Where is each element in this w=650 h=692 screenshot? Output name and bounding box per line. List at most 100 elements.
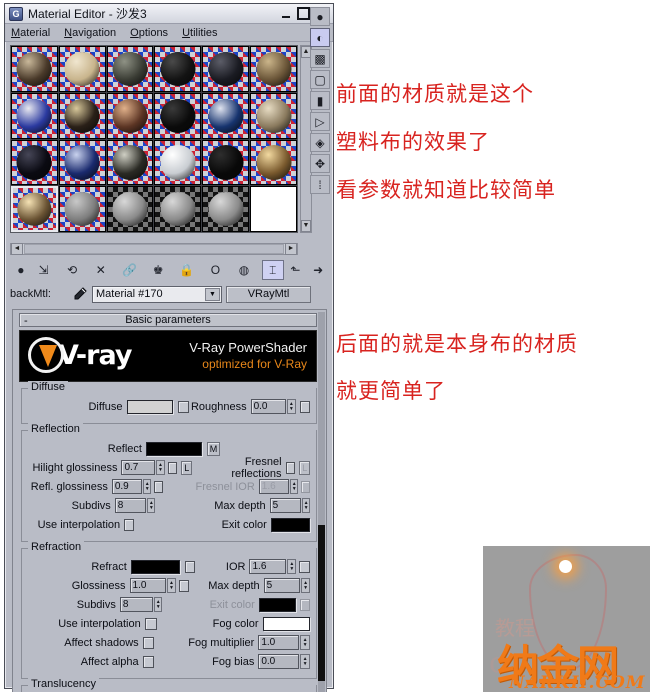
select-by-material-button[interactable]: ✥ — [310, 154, 330, 173]
scroll-right-icon[interactable]: ► — [285, 243, 297, 255]
refract-color-swatch[interactable] — [130, 559, 180, 574]
refraction-subdivs-spinner[interactable]: ▲ ▼ — [154, 597, 163, 612]
sample-slot[interactable] — [58, 92, 106, 139]
reflection-subdivs-spinner[interactable]: ▲ ▼ — [147, 498, 156, 513]
hscroll-thumb[interactable] — [24, 244, 284, 254]
ior-field[interactable]: 1.6 — [249, 559, 287, 574]
video-color-check-button[interactable]: ▮ — [310, 91, 330, 110]
go-forward-to-sibling-button[interactable]: ⬑ — [284, 260, 307, 280]
affect-alpha-checkbox[interactable] — [142, 655, 155, 668]
chevron-down-icon[interactable]: ▼ — [205, 287, 220, 301]
pick-material-from-object-button[interactable]: ➜ — [307, 260, 329, 280]
refraction-subdivs-field[interactable]: 8 — [119, 597, 154, 612]
diffuse-map-checkbox[interactable] — [178, 400, 189, 413]
roughness-map-checkbox[interactable] — [299, 400, 311, 413]
reflection-exit-color-swatch[interactable] — [270, 517, 310, 532]
diffuse-color-swatch[interactable] — [126, 399, 174, 414]
menu-item-material[interactable]: Material — [11, 27, 50, 39]
rollout-collapse-icon[interactable]: - — [24, 315, 28, 327]
hilight-glossiness-field[interactable]: 0.7 — [121, 460, 156, 475]
sample-slot[interactable] — [154, 46, 202, 92]
sample-slot[interactable] — [106, 46, 154, 92]
sample-slot[interactable] — [154, 139, 202, 186]
sample-slot[interactable] — [202, 46, 250, 92]
refract-map-checkbox[interactable] — [184, 560, 196, 573]
refraction-use-interpolation-checkbox[interactable] — [144, 617, 157, 630]
affect-shadows-checkbox[interactable] — [142, 636, 155, 649]
sample-slot[interactable] — [202, 186, 250, 232]
scroll-down-icon[interactable]: ▼ — [301, 220, 311, 232]
hilight-glossiness-spinner[interactable]: ▲ ▼ — [156, 460, 165, 475]
reflect-map-button[interactable]: M — [207, 441, 220, 456]
sample-slot[interactable] — [58, 186, 106, 232]
sample-slot[interactable] — [250, 186, 297, 232]
menu-item-navigation[interactable]: Navigation — [64, 27, 116, 39]
reflection-subdivs-field[interactable]: 8 — [114, 498, 147, 513]
fog-multiplier-field[interactable]: 1.0 — [258, 635, 300, 650]
panel-scrollbar[interactable] — [318, 312, 325, 692]
get-material-button[interactable]: ● — [10, 260, 32, 280]
scroll-left-icon[interactable]: ◄ — [11, 243, 23, 255]
assign-material-to-selection-button[interactable]: ⇲ — [32, 260, 55, 280]
sample-slots-grid[interactable] — [10, 45, 298, 233]
rollout-header-basic-parameters[interactable]: - Basic parameters — [19, 313, 317, 327]
sample-slot[interactable] — [11, 139, 58, 186]
make-material-copy-button[interactable]: ✕ — [89, 260, 112, 280]
options-button[interactable]: ◈ — [310, 133, 330, 152]
refl-glossiness-field[interactable]: 0.9 — [111, 479, 143, 494]
reflection-max-depth-field[interactable]: 5 — [269, 498, 302, 513]
eyedropper-icon[interactable] — [72, 286, 88, 302]
reflection-max-depth-spinner[interactable]: ▲ ▼ — [302, 498, 310, 513]
sample-slot[interactable] — [202, 92, 250, 139]
menu-item-options[interactable]: Options — [130, 27, 168, 39]
sample-slot[interactable] — [154, 92, 202, 139]
refraction-max-depth-spinner[interactable]: ▲ ▼ — [301, 578, 310, 593]
sample-slot[interactable] — [11, 46, 58, 92]
menu-item-utilities[interactable]: Utilities — [182, 27, 217, 39]
refraction-glossiness-map-checkbox[interactable] — [178, 579, 190, 592]
background-checker-button[interactable]: ▩ — [310, 49, 330, 68]
sample-slot[interactable] — [202, 139, 250, 186]
reflection-use-interpolation-checkbox[interactable] — [124, 518, 135, 531]
refl-glossiness-spinner[interactable]: ▲ ▼ — [143, 479, 152, 494]
sample-slots-hscrollbar[interactable]: ◄ ► — [10, 243, 298, 255]
material-effects-id-button[interactable]: 🔒 — [175, 260, 198, 280]
backlight-button[interactable]: ◐ — [310, 28, 330, 47]
sample-slot[interactable] — [58, 139, 106, 186]
sample-slot[interactable] — [58, 46, 106, 92]
sample-slot[interactable] — [250, 139, 297, 186]
roughness-spinner[interactable]: ▲ ▼ — [287, 399, 296, 414]
ior-spinner[interactable]: ▲ ▼ — [287, 559, 297, 574]
material-type-button[interactable]: VRayMtl — [226, 285, 311, 303]
hilight-glossiness-map-checkbox[interactable] — [167, 461, 178, 474]
go-to-parent-button[interactable]: ⌶ — [261, 260, 284, 280]
put-to-library-button[interactable]: ♚ — [147, 260, 169, 280]
sample-slot[interactable] — [250, 46, 297, 92]
show-end-result-button[interactable]: ◍ — [233, 260, 255, 280]
show-map-in-viewport-button[interactable]: O — [204, 260, 227, 280]
sample-slot[interactable] — [106, 139, 154, 186]
material-name-dropdown[interactable]: Material #170 ▼ — [92, 285, 222, 303]
refraction-glossiness-spinner[interactable]: ▲ ▼ — [167, 578, 176, 593]
refraction-max-depth-field[interactable]: 5 — [263, 578, 301, 593]
sample-slot[interactable] — [106, 186, 154, 232]
hilight-glossiness-lock-button[interactable]: L — [181, 460, 193, 475]
sample-uv-tiling-button[interactable]: ▢ — [310, 70, 330, 89]
fog-bias-spinner[interactable]: ▲ ▼ — [300, 654, 310, 669]
make-preview-button[interactable]: ▷ — [310, 112, 330, 131]
sample-slot[interactable] — [11, 186, 58, 232]
ior-map-checkbox[interactable] — [299, 560, 311, 573]
fog-color-swatch[interactable] — [262, 616, 311, 631]
sample-slot[interactable] — [11, 92, 58, 139]
minimize-button[interactable] — [278, 7, 293, 21]
refl-glossiness-map-checkbox[interactable] — [154, 480, 164, 493]
fog-bias-field[interactable]: 0.0 — [258, 654, 300, 669]
panel-scroll-thumb[interactable] — [318, 524, 325, 681]
reflect-color-swatch[interactable] — [146, 441, 202, 456]
sample-slot[interactable] — [250, 92, 297, 139]
fresnel-reflections-checkbox[interactable] — [285, 461, 296, 474]
sample-type-sphere-button[interactable]: ● — [310, 7, 330, 26]
roughness-field[interactable]: 0.0 — [250, 399, 287, 414]
make-unique-button[interactable]: 🔗 — [118, 260, 141, 280]
material-map-navigator-button[interactable]: ⁞ — [310, 175, 330, 194]
